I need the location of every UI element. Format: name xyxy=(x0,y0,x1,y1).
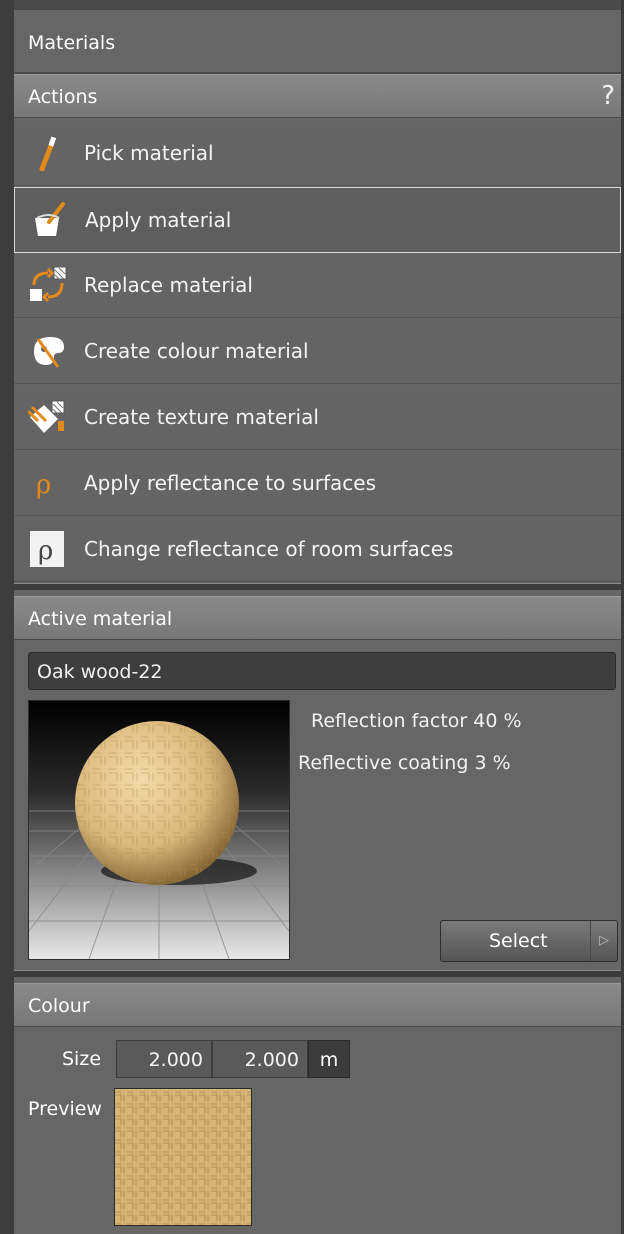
reflection-factor-label: Reflection factor xyxy=(311,710,468,732)
material-name-field[interactable]: Oak wood-22 xyxy=(28,652,616,690)
texture-swatch-image xyxy=(115,1089,251,1225)
material-render-preview xyxy=(28,700,290,960)
texture-icon xyxy=(28,400,65,433)
reflective-coating-label: Reflective coating xyxy=(298,752,469,774)
rho-icon: ρ xyxy=(36,470,51,500)
materials-panel: Materials Actions ? Pick material Apply … xyxy=(0,0,624,1234)
active-material-header[interactable]: Active material xyxy=(14,596,621,640)
size-y-input[interactable]: 2.000 xyxy=(212,1040,308,1078)
svg-text:ρ: ρ xyxy=(38,536,53,566)
sphere-render-image xyxy=(29,701,289,959)
panel-title: Materials xyxy=(28,32,116,54)
action-label: Apply material xyxy=(85,208,232,232)
colour-header[interactable]: Colour xyxy=(14,983,621,1027)
reflective-coating-value: 3 % xyxy=(474,752,511,774)
reflection-factor-value: 40 % xyxy=(473,710,522,732)
palette-icon xyxy=(34,337,64,368)
action-replace-material[interactable]: Replace material xyxy=(14,253,621,318)
size-label: Size xyxy=(62,1048,102,1070)
top-border xyxy=(14,0,621,10)
action-create-texture-material[interactable]: Create texture material xyxy=(14,385,621,450)
paint-bucket-icon xyxy=(35,202,65,236)
replace-arrows-icon xyxy=(30,267,67,303)
action-pick-material[interactable]: Pick material xyxy=(14,121,621,186)
section-divider xyxy=(14,583,621,590)
action-change-room-reflectance[interactable]: ρ Change reflectance of room surfaces xyxy=(14,517,621,582)
actions-header[interactable]: Actions ? xyxy=(14,74,621,118)
action-label: Pick material xyxy=(84,141,214,165)
preview-label: Preview xyxy=(28,1098,102,1120)
actions-header-label: Actions xyxy=(28,86,98,108)
colour-header-label: Colour xyxy=(28,995,90,1017)
action-label: Change reflectance of room surfaces xyxy=(84,537,454,561)
svg-text:ρ: ρ xyxy=(36,470,51,500)
unit-label: m xyxy=(308,1040,350,1078)
action-apply-material[interactable]: Apply material xyxy=(14,187,621,253)
eyedropper-icon xyxy=(39,136,57,171)
action-label: Create texture material xyxy=(84,405,319,429)
action-label: Create colour material xyxy=(84,339,309,363)
active-material-header-label: Active material xyxy=(28,608,173,630)
panel-title-bar: Materials xyxy=(14,10,621,74)
action-create-colour-material[interactable]: Create colour material xyxy=(14,319,621,384)
left-border xyxy=(0,0,14,1234)
select-material-button[interactable]: Select ▷ xyxy=(440,920,618,962)
action-label: Apply reflectance to surfaces xyxy=(84,471,377,495)
action-label: Replace material xyxy=(84,273,253,297)
action-apply-reflectance[interactable]: ρ Apply reflectance to surfaces xyxy=(14,451,621,516)
chevron-right-icon: ▷ xyxy=(590,921,617,961)
material-name: Oak wood-22 xyxy=(37,661,163,683)
size-x-input[interactable]: 2.000 xyxy=(116,1040,212,1078)
reflective-coating: Reflective coating 3 % xyxy=(298,752,511,774)
rho-box-icon: ρ xyxy=(30,531,64,567)
help-icon[interactable]: ? xyxy=(601,81,615,111)
select-button-label: Select xyxy=(489,930,548,952)
section-divider xyxy=(14,970,621,977)
texture-preview-swatch xyxy=(114,1088,252,1226)
reflection-factor: Reflection factor 40 % xyxy=(311,710,522,732)
